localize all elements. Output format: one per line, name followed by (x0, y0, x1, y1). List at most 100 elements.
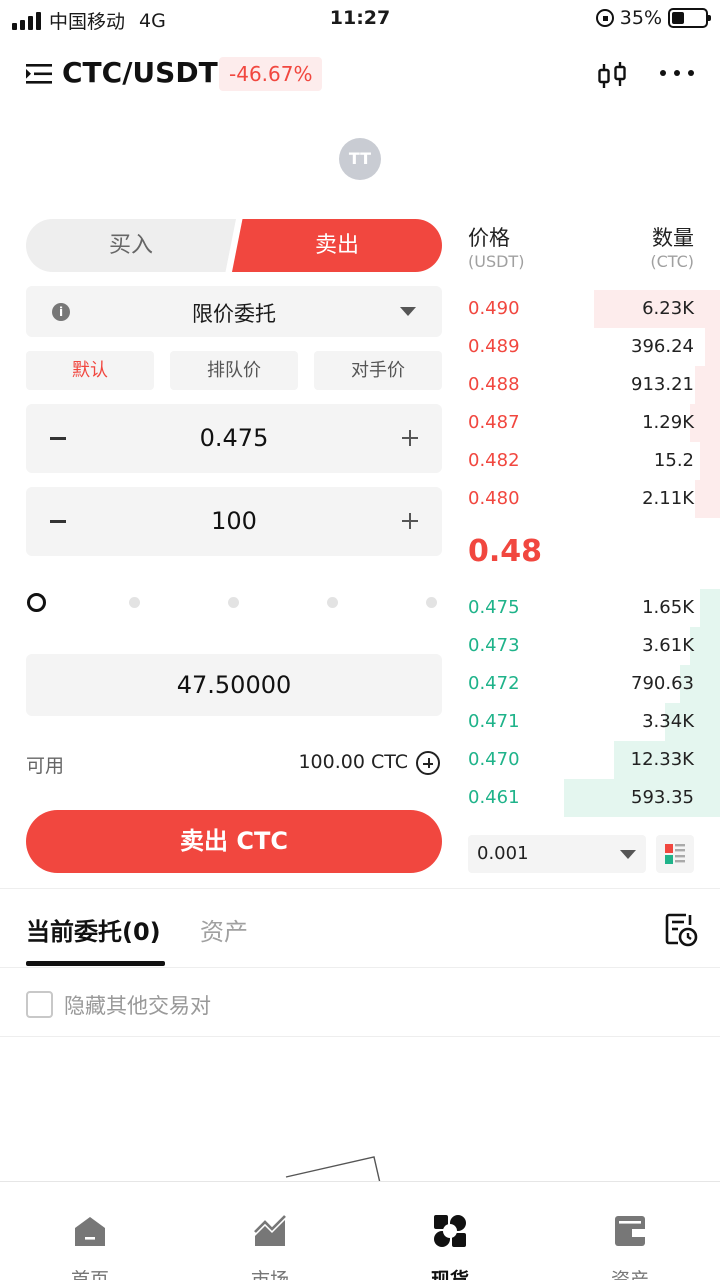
last-price: 0.48 (468, 534, 543, 569)
amount-percent-slider[interactable] (26, 590, 442, 614)
amount-increase-button[interactable] (402, 513, 418, 529)
home-icon (75, 1217, 105, 1246)
bid-qty: 593.35 (631, 787, 694, 808)
bid-price: 0.472 (468, 673, 520, 694)
bid-row[interactable]: 0.470 12.33K (468, 741, 720, 779)
ask-qty: 6.23K (642, 298, 694, 319)
ask-row[interactable]: 0.487 1.29K (468, 404, 720, 442)
bid-qty: 3.61K (642, 635, 694, 656)
bid-qty: 1.65K (642, 597, 694, 618)
depth-bar (700, 442, 720, 480)
nav-assets[interactable]: 资产 (540, 1182, 720, 1280)
order-book-layout-icon[interactable] (656, 835, 694, 873)
ask-qty: 1.29K (642, 412, 694, 433)
battery-percent: 35% (619, 7, 662, 29)
ask-row[interactable]: 0.488 913.21 (468, 366, 720, 404)
qty-column-unit: (CTC) (650, 252, 694, 271)
price-mode-queue[interactable]: 排队价 (170, 351, 298, 390)
ask-price: 0.488 (468, 374, 520, 395)
wallet-icon (615, 1216, 645, 1246)
slider-step-25[interactable] (129, 597, 140, 608)
slider-step-50[interactable] (228, 597, 239, 608)
spot-trade-icon (434, 1215, 466, 1247)
ask-qty: 396.24 (631, 336, 694, 357)
slider-step-100[interactable] (426, 597, 437, 608)
menu-expand-icon[interactable] (26, 62, 52, 86)
nav-home-label: 首页 (70, 1269, 109, 1280)
ask-row[interactable]: 0.489 396.24 (468, 328, 720, 366)
order-type-select[interactable]: i 限价委托 (26, 286, 442, 337)
bid-price: 0.461 (468, 787, 520, 808)
bid-row[interactable]: 0.471 3.34K (468, 703, 720, 741)
sell-submit-button[interactable]: 卖出 CTC (26, 810, 442, 873)
section-divider (0, 967, 720, 968)
orders-tabs: 当前委托(0) 资产 (0, 895, 720, 967)
price-mode-default[interactable]: 默认 (26, 351, 154, 390)
tab-assets[interactable]: 资产 (200, 912, 248, 947)
bottom-nav: 首页 市场 现货 资产 (0, 1181, 720, 1280)
nav-home[interactable]: 首页 (0, 1182, 180, 1280)
order-type-label: 限价委托 (192, 302, 276, 326)
depth-bar (695, 480, 720, 518)
ask-row[interactable]: 0.482 15.2 (468, 442, 720, 480)
candlestick-chart-icon[interactable] (596, 60, 628, 92)
ask-qty: 15.2 (653, 450, 694, 471)
nav-spot[interactable]: 现货 (360, 1182, 540, 1280)
qty-column-header: 数量 (652, 226, 694, 250)
depth-bar (690, 404, 720, 442)
order-history-icon[interactable] (664, 911, 698, 947)
ask-row[interactable]: 0.480 2.11K (468, 480, 720, 518)
available-balance: 100.00 CTC (298, 751, 408, 773)
sell-tab[interactable]: 卖出 (232, 219, 442, 272)
battery-icon (668, 8, 711, 28)
amount-stepper: 100 (26, 487, 442, 556)
price-column-unit: (USDT) (468, 252, 525, 271)
pair-title[interactable]: CTC/USDT (62, 56, 218, 89)
price-increase-button[interactable] (402, 430, 418, 446)
bid-qty: 3.34K (642, 711, 694, 732)
bid-row[interactable]: 0.473 3.61K (468, 627, 720, 665)
slider-handle[interactable] (27, 593, 46, 612)
bid-row[interactable]: 0.461 593.35 (468, 779, 720, 817)
bid-price: 0.475 (468, 597, 520, 618)
total-value-field[interactable]: 47.50000 (26, 654, 442, 716)
chevron-down-icon (400, 307, 416, 316)
nav-spot-label: 现货 (430, 1269, 469, 1280)
hide-other-pairs-checkbox[interactable] (26, 991, 53, 1018)
status-bar: 中国移动 4G 11:27 35% (0, 0, 720, 38)
bid-row[interactable]: 0.472 790.63 (468, 665, 720, 703)
ask-price: 0.490 (468, 298, 520, 319)
depth-bar (700, 589, 720, 627)
nav-assets-label: 资产 (610, 1269, 649, 1280)
price-mode-counterparty[interactable]: 对手价 (314, 351, 442, 390)
spot-trade-screen: 中国移动 4G 11:27 35% CTC/USDT -46.67% TT 买入… (0, 0, 720, 1280)
depth-bar (695, 366, 720, 404)
bid-row[interactable]: 0.475 1.65K (468, 589, 720, 627)
ask-price: 0.489 (468, 336, 520, 357)
more-options-icon[interactable] (660, 70, 694, 76)
slider-step-75[interactable] (327, 597, 338, 608)
available-label: 可用 (26, 755, 65, 777)
chevron-down-icon (620, 850, 636, 859)
price-column-header: 价格 (468, 226, 510, 250)
section-divider (0, 888, 720, 889)
ask-row[interactable]: 0.490 6.23K (468, 290, 720, 328)
buy-tab[interactable]: 买入 (26, 219, 236, 272)
nav-market-label: 市场 (250, 1269, 289, 1280)
active-tab-indicator (26, 961, 165, 966)
status-right: 35% (595, 7, 711, 29)
market-chart-icon (254, 1215, 286, 1246)
price-mode-tabs: 默认 排队价 对手价 (26, 351, 442, 390)
bid-price: 0.470 (468, 749, 520, 770)
amount-input[interactable]: 100 (26, 507, 442, 535)
price-input[interactable]: 0.475 (26, 424, 442, 452)
add-circle-icon[interactable] (416, 751, 440, 775)
bid-qty: 790.63 (631, 673, 694, 694)
nav-market[interactable]: 市场 (180, 1182, 360, 1280)
depth-bar (705, 328, 720, 366)
tab-current-orders[interactable]: 当前委托(0) (26, 912, 161, 947)
hide-other-pairs-label: 隐藏其他交易对 (64, 994, 211, 1018)
bid-price: 0.473 (468, 635, 520, 656)
depth-bar (690, 627, 720, 665)
precision-select[interactable]: 0.001 (468, 835, 646, 873)
